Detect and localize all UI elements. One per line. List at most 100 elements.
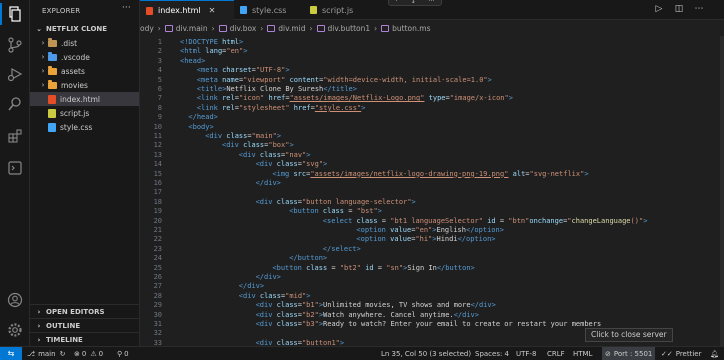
code-line[interactable]: 21 <option value="en">English</option>	[140, 226, 724, 235]
cursor-position[interactable]: Ln 35, Col 50 (3 selected)	[381, 347, 471, 360]
branch-indicator[interactable]: ⎇ main ↻	[27, 347, 65, 360]
code-line[interactable]: 2 <html lang="en">	[140, 47, 724, 56]
code-line[interactable]: 20 <select class = "bt1 languageSelector"…	[140, 217, 724, 226]
code-editor[interactable]: 1 <!DOCTYPE html> 2 <html lang="en"> 3 <head>…	[140, 36, 724, 346]
warning-count: 0	[98, 349, 104, 358]
code-line[interactable]: 19 <button class = "bst">	[140, 207, 724, 216]
line-content: <link rel="icon" href="assets/images/Net…	[197, 94, 513, 103]
code-line[interactable]: 5 <meta name="viewport" content="width=de…	[140, 76, 724, 85]
timeline-section[interactable]: › TIMELINE	[30, 332, 140, 346]
code-token: "svg"	[301, 160, 324, 169]
code-line[interactable]: 7 <link rel="icon" href="assets/images/Ne…	[140, 94, 724, 103]
close-icon[interactable]: ✕	[209, 6, 216, 15]
code-line[interactable]: 25 <button class = "bt2" id = "sn">Sign I…	[140, 264, 724, 273]
prettier-formatter[interactable]: ✓✓ Prettier	[661, 347, 701, 360]
code-line[interactable]: 13 <div class="nav">	[140, 151, 724, 160]
problems-indicator[interactable]: ⊗ 0 ⚠ 0	[74, 347, 103, 360]
code-line[interactable]: 18 <div class="button language-selector">	[140, 198, 724, 207]
tree-item[interactable]: index.html	[30, 92, 139, 106]
toolbar-button[interactable]: ···	[429, 0, 435, 5]
extensions-icon[interactable]	[7, 128, 23, 144]
code-line[interactable]: 11 <div class="main">	[140, 132, 724, 141]
code-line[interactable]: 17	[140, 188, 724, 197]
line-content: <div class="svg">	[256, 160, 328, 169]
remote-explorer-icon[interactable]	[7, 160, 23, 176]
account-icon[interactable]	[7, 292, 23, 308]
port-tooltip: Click to close server	[585, 328, 673, 342]
search-icon[interactable]	[7, 96, 23, 112]
code-line[interactable]: 3 <head>	[140, 57, 724, 66]
code-line[interactable]: 14 <div class="svg">	[140, 160, 724, 169]
toolbar-button[interactable]: ↕	[411, 0, 416, 5]
notifications-bell-icon[interactable]: 🔔︎	[710, 347, 719, 360]
code-line[interactable]: 28 <div class="mid">	[140, 292, 724, 301]
code-line[interactable]: 15 <img src="assets/images/netflix-logo-d…	[140, 170, 724, 179]
file-icon	[48, 108, 56, 118]
explorer-icon[interactable]	[0, 3, 23, 25]
tree-item[interactable]: › .vscode	[30, 50, 139, 64]
encoding-setting[interactable]: UTF-8	[516, 347, 536, 360]
code-token: class	[276, 320, 298, 328]
code-token: >	[306, 291, 311, 300]
remote-indicator-icon[interactable]: ⇆	[0, 347, 22, 360]
tree-item[interactable]: style.css	[30, 120, 139, 134]
split-editor-icon[interactable]: ◫	[674, 4, 684, 14]
toolbar-button[interactable]: ·	[396, 0, 398, 5]
more-actions-icon[interactable]: ⋯	[694, 4, 704, 14]
breadcrumb-item[interactable]: div.box	[230, 24, 257, 33]
explorer-sidebar: EXPLORER ··· ⌄ NETFLIX CLONE › .dist › .vsc…	[30, 0, 140, 346]
breadcrumb-item[interactable]: button.ms	[392, 24, 430, 33]
code-line[interactable]: 22 <option value="hi">Hindi</option>	[140, 235, 724, 244]
indentation-setting[interactable]: Spaces: 4	[475, 347, 509, 360]
code-line[interactable]: 12 <div class="box">	[140, 141, 724, 150]
code-token: "sn"	[386, 263, 404, 272]
code-line[interactable]: 8 <link rel="stylesheet" href="style.css"…	[140, 104, 724, 113]
code-token: </button>	[289, 254, 328, 263]
breadcrumb-item[interactable]: div.button1	[328, 24, 371, 33]
breadcrumb-item[interactable]: div.main	[176, 24, 208, 33]
code-line[interactable]: 10 <body>	[140, 123, 724, 132]
code-token: rel	[222, 94, 235, 103]
code-line[interactable]: 26 </div>	[140, 273, 724, 282]
code-token: "b3"	[301, 320, 319, 328]
ports-indicator[interactable]: ⚲ 0	[117, 347, 129, 360]
code-line[interactable]: 24 </button>	[140, 254, 724, 263]
open-editors-section[interactable]: › OPEN EDITORS	[30, 304, 140, 318]
line-number: 13	[153, 150, 162, 159]
floating-toolbar: · ↕ ···	[388, 0, 442, 6]
project-folder-header[interactable]: ⌄ NETFLIX CLONE	[30, 22, 139, 36]
tree-item[interactable]: script.js	[30, 106, 139, 120]
run-debug-icon[interactable]	[7, 66, 23, 82]
eol-setting[interactable]: CRLF	[547, 347, 565, 360]
breadcrumb-item[interactable]: ody	[140, 24, 154, 33]
code-line[interactable]: 30 <div class="b2">Watch anywhere. Cancel…	[140, 311, 724, 320]
code-token: <link	[196, 103, 223, 112]
minimap[interactable]	[720, 36, 724, 346]
code-line[interactable]: 6 <title>Netflix Clone By Suresh</title>	[140, 85, 724, 94]
breadcrumb-item[interactable]: div.mid	[278, 24, 305, 33]
code-line[interactable]: 4 <meta charset="UTF-8">	[140, 66, 724, 75]
tree-item[interactable]: › .dist	[30, 36, 139, 50]
chevron-right-icon: ›	[41, 53, 45, 61]
code-line[interactable]: 29 <div class="b1">Unlimited movies, TV s…	[140, 301, 724, 310]
more-actions-icon[interactable]: ···	[122, 3, 131, 13]
code-line[interactable]: 23 </select>	[140, 245, 724, 254]
settings-gear-icon[interactable]	[7, 322, 23, 338]
line-number: 15	[153, 169, 162, 178]
language-mode[interactable]: HTML	[573, 347, 592, 360]
tab-script-js[interactable]: script.js	[304, 0, 374, 20]
outline-section[interactable]: › OUTLINE	[30, 318, 140, 332]
breadcrumb: ody › div.main › div.box › div.mid › div…	[140, 20, 724, 36]
tab-index-html[interactable]: index.html ✕	[140, 0, 234, 20]
code-line[interactable]: 16 </div>	[140, 179, 724, 188]
run-icon[interactable]: ▷	[654, 4, 664, 14]
code-line[interactable]: 27 </div>	[140, 282, 724, 291]
tab-style-css[interactable]: style.css	[234, 0, 304, 20]
tree-item[interactable]: › assets	[30, 64, 139, 78]
code-token: </select>	[322, 244, 361, 253]
live-server-port[interactable]: ⊘ Port : 5501	[602, 347, 656, 360]
tree-item[interactable]: › movies	[30, 78, 139, 92]
code-line[interactable]: 1 <!DOCTYPE html>	[140, 38, 724, 47]
source-control-icon[interactable]	[7, 37, 23, 53]
code-line[interactable]: 9 </head>	[140, 113, 724, 122]
